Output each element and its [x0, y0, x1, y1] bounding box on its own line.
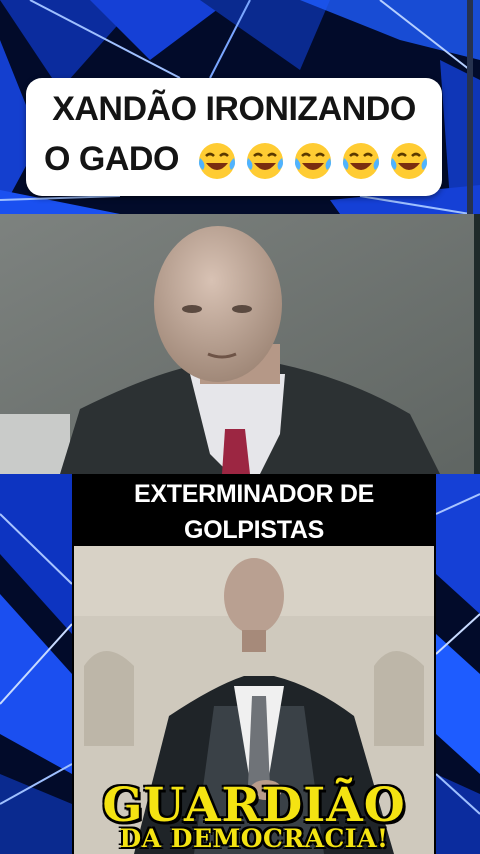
poster-title-line-2: GOLPISTAS — [184, 516, 324, 544]
face-with-tears-of-joy-icon — [295, 143, 331, 179]
emoji-row — [196, 140, 430, 184]
caption-line-1: XANDÃO IRONIZANDO — [52, 90, 416, 128]
face-with-tears-of-joy-icon — [247, 143, 283, 179]
poster-slogan-line-2: DA DEMOCRACIA! — [119, 824, 389, 853]
speaker-video-still — [0, 214, 480, 474]
caption-line-2: O GADO — [44, 140, 179, 178]
video-frame — [0, 214, 480, 474]
poster-title-line-1: EXTERMINADOR DE — [134, 480, 374, 508]
caption-box: XANDÃO IRONIZANDO O GADO — [26, 78, 442, 196]
top-banner: XANDÃO IRONIZANDO O GADO — [0, 0, 480, 214]
face-with-tears-of-joy-icon — [343, 143, 379, 179]
face-with-tears-of-joy-icon — [199, 143, 235, 179]
face-with-tears-of-joy-icon — [391, 143, 427, 179]
